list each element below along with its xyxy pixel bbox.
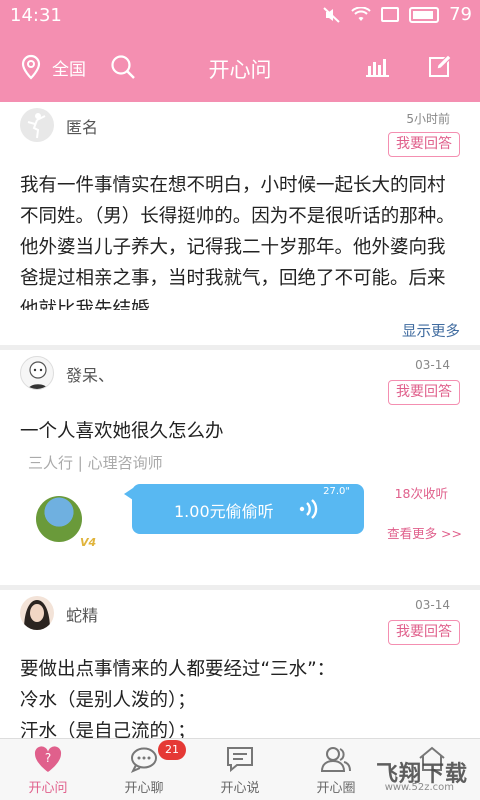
answer-button[interactable]: 我要回答 (388, 380, 460, 405)
dancer-icon (27, 113, 46, 139)
tab-label: 开心聊 (124, 781, 164, 796)
listen-price: 1.00元偷偷听 (174, 502, 274, 521)
message-square-icon (227, 747, 253, 773)
question-text[interactable]: 一个人喜欢她很久怎么办 (20, 416, 460, 447)
chat-bubble-icon (130, 747, 157, 773)
heart-question-icon: ? (34, 746, 62, 772)
watermark-url: www.52z.com (384, 782, 454, 793)
battery-level: 79 (449, 4, 472, 25)
battery-icon (409, 6, 440, 23)
question-card[interactable]: 蛇精 03-14 我要回答 要做出点事情来的人都要经过“三水”： 冷水（是别人泼… (0, 590, 480, 738)
tab-label: 开心说 (220, 781, 260, 796)
listen-count: 18次收听 (394, 486, 448, 501)
cartoon-avatar-icon (27, 361, 49, 389)
unread-badge: 21 (158, 740, 186, 760)
top-bar: 14:31 79 全国 开心问 (0, 0, 480, 102)
page-title: 开心问 (208, 58, 272, 82)
status-time: 14:31 (10, 5, 62, 26)
svg-text:?: ? (45, 751, 51, 765)
username[interactable]: 匿名 (66, 114, 98, 138)
question-line: 要做出点事情来的人都要经过“三水”： (20, 659, 336, 680)
view-more-link[interactable]: 查看更多 >> (387, 523, 462, 542)
status-bar: 14:31 79 (0, 0, 480, 32)
question-card[interactable]: 匿名 5小时前 我要回答 我有一件事情实在想不明白，小时候一起长大的同村不同姓。… (0, 102, 480, 345)
audio-duration: 27.0" (323, 486, 350, 497)
chart-icon[interactable] (364, 56, 390, 78)
user-avatar[interactable] (20, 356, 54, 390)
question-line: 冷水（是别人泼的）； (20, 690, 196, 711)
screen-icon (381, 7, 400, 22)
tab-label: 开心问 (28, 781, 68, 796)
answerer-info[interactable]: 三人行 | 心理咨询师 (28, 452, 163, 473)
question-text[interactable]: 我有一件事情实在想不明白，小时候一起长大的同村不同姓。（男）长得挺帅的。因为不是… (20, 170, 460, 310)
tab-kaixin-quan[interactable]: 开心圈 (288, 739, 384, 800)
listen-button[interactable]: 1.00元偷偷听 27.0" (124, 484, 364, 534)
anonymous-avatar[interactable] (20, 108, 54, 142)
question-line: 汗水（是自己流的）； (20, 721, 196, 738)
wifi-icon (351, 6, 371, 21)
user-avatar[interactable] (20, 596, 54, 630)
show-more-link[interactable]: 显示更多 (402, 320, 460, 341)
post-time: 03-14 (415, 358, 450, 372)
tab-label: 开心圈 (316, 781, 356, 796)
post-time: 03-14 (415, 598, 450, 612)
post-time: 5小时前 (406, 112, 450, 126)
sound-wave-icon (299, 499, 318, 519)
tab-kaixin-wen[interactable]: ? 开心问 (0, 739, 96, 800)
edit-icon[interactable] (428, 54, 452, 78)
watermark: 飞翔下载 www.52z.com (376, 756, 468, 793)
portrait-avatar-icon (24, 600, 50, 630)
username[interactable]: 發呆、 (66, 362, 114, 386)
question-text[interactable]: 要做出点事情来的人都要经过“三水”： 冷水（是别人泼的）； 汗水（是自己流的）； (20, 654, 460, 738)
answer-button[interactable]: 我要回答 (388, 132, 460, 157)
question-card[interactable]: 發呆、 03-14 我要回答 一个人喜欢她很久怎么办 三人行 | 心理咨询师 V… (0, 350, 480, 585)
answer-button[interactable]: 我要回答 (388, 620, 460, 645)
level-badge: V4 (80, 536, 97, 549)
tab-kaixin-shuo[interactable]: 开心说 (192, 739, 288, 800)
answerer-avatar[interactable] (36, 496, 82, 542)
status-icons: 79 (323, 4, 472, 25)
app-header: 全国 开心问 (0, 40, 480, 96)
people-icon (321, 747, 351, 772)
mute-icon (323, 6, 340, 23)
username[interactable]: 蛇精 (66, 602, 98, 626)
